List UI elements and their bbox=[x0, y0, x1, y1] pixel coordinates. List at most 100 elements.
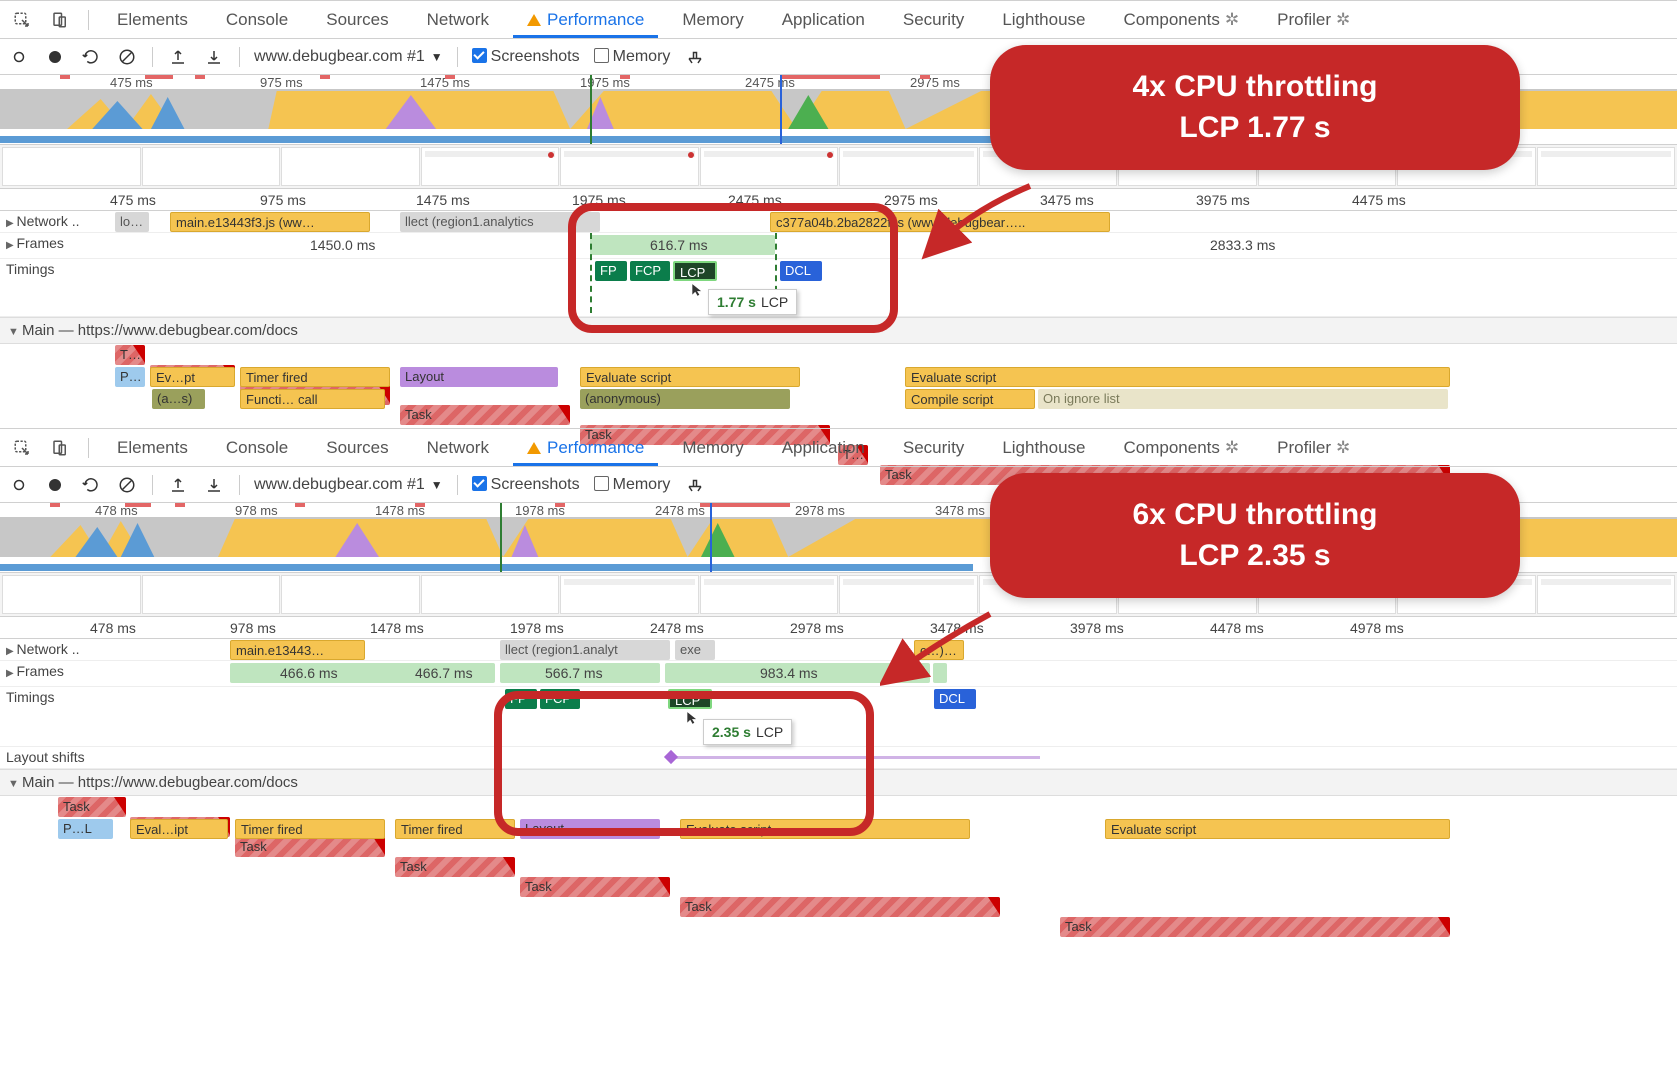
screenshot-thumb[interactable] bbox=[700, 575, 839, 614]
upload-icon[interactable] bbox=[167, 474, 189, 496]
stack-bar[interactable]: Ev…pt bbox=[150, 367, 235, 387]
network-bar[interactable]: lo… bbox=[115, 212, 149, 232]
stack-bar[interactable]: Evaluate script bbox=[680, 819, 970, 839]
task-bar[interactable]: Task bbox=[58, 797, 126, 817]
stack-bar[interactable]: P…L bbox=[58, 819, 113, 839]
upload-icon[interactable] bbox=[167, 46, 189, 68]
tab-application[interactable]: Application bbox=[768, 2, 879, 38]
main-thread-header[interactable]: Main — https://www.debugbear.com/docs bbox=[0, 317, 1677, 344]
task-bar[interactable]: Task bbox=[1060, 917, 1450, 937]
memory-toggle[interactable]: Memory bbox=[594, 476, 671, 494]
screenshot-thumb[interactable] bbox=[2, 575, 141, 614]
tab-network[interactable]: Network bbox=[413, 430, 503, 466]
screenshot-thumb[interactable] bbox=[142, 147, 281, 186]
stack-bar[interactable]: Layout bbox=[400, 367, 558, 387]
task-bar[interactable]: Task bbox=[520, 877, 670, 897]
tab-components[interactable]: Components bbox=[1110, 430, 1254, 466]
network-track[interactable]: Network .. main.e13443… llect (region1.a… bbox=[0, 639, 1677, 661]
stack-bar[interactable]: Evaluate script bbox=[905, 367, 1450, 387]
stack-bar[interactable]: Layout bbox=[520, 819, 660, 839]
timing-dcl-badge[interactable]: DCL bbox=[934, 689, 976, 709]
stack-bar[interactable]: (anonymous) bbox=[580, 389, 790, 409]
tab-elements[interactable]: Elements bbox=[103, 430, 202, 466]
network-bar[interactable]: llect (region1.analytics bbox=[400, 212, 600, 232]
timing-fp-badge[interactable]: FP bbox=[505, 689, 537, 709]
timeline-ruler[interactable]: 478 ms 978 ms 1478 ms 1978 ms 2478 ms 29… bbox=[0, 617, 1677, 639]
track-label-network[interactable]: Network .. bbox=[0, 211, 110, 232]
tab-profiler[interactable]: Profiler bbox=[1263, 2, 1364, 38]
timing-dcl-badge[interactable]: DCL bbox=[780, 261, 822, 281]
stack-bar[interactable]: Timer fired bbox=[395, 819, 515, 839]
tab-memory[interactable]: Memory bbox=[668, 430, 757, 466]
reload-icon[interactable] bbox=[80, 46, 102, 68]
stack-bar[interactable]: On ignore list bbox=[1038, 389, 1448, 409]
reload-icon[interactable] bbox=[80, 474, 102, 496]
download-icon[interactable] bbox=[203, 474, 225, 496]
screenshot-thumb[interactable] bbox=[560, 147, 699, 186]
clear-icon[interactable] bbox=[116, 46, 138, 68]
screenshot-thumb[interactable] bbox=[700, 147, 839, 186]
record-solid-icon[interactable] bbox=[44, 474, 66, 496]
network-track[interactable]: Network .. lo… main.e13443f3.js (ww… lle… bbox=[0, 211, 1677, 233]
inspect-icon[interactable] bbox=[8, 1, 36, 39]
tab-network[interactable]: Network bbox=[413, 2, 503, 38]
layout-shift-diamond-icon[interactable] bbox=[664, 750, 678, 764]
device-icon[interactable] bbox=[46, 1, 74, 39]
stack-bar[interactable]: Evaluate script bbox=[580, 367, 800, 387]
screenshot-thumb[interactable] bbox=[421, 147, 560, 186]
main-thread-header[interactable]: Main — https://www.debugbear.com/docs bbox=[0, 769, 1677, 796]
timing-fcp-badge[interactable]: FCP bbox=[540, 689, 580, 709]
tab-console[interactable]: Console bbox=[212, 430, 302, 466]
memory-toggle[interactable]: Memory bbox=[594, 48, 671, 66]
stack-bar[interactable]: Eval…ipt bbox=[130, 819, 228, 839]
profile-selector[interactable]: www.debugbear.com #1 ▼ bbox=[254, 48, 443, 66]
stack-bar[interactable]: Timer fired bbox=[235, 819, 385, 839]
record-icon[interactable] bbox=[8, 474, 30, 496]
task-bar[interactable]: Task bbox=[680, 897, 1000, 917]
track-label-frames[interactable]: Frames bbox=[0, 233, 110, 258]
screenshots-toggle[interactable]: Screenshots bbox=[472, 476, 580, 494]
timings-track[interactable]: Timings FP FCP LCP DCL 1.77 sLCP bbox=[0, 259, 1677, 317]
download-icon[interactable] bbox=[203, 46, 225, 68]
stack-bar[interactable]: (a…s) bbox=[152, 389, 205, 409]
screenshot-thumb[interactable] bbox=[560, 575, 699, 614]
screenshot-thumb[interactable] bbox=[1537, 147, 1676, 186]
gc-icon[interactable] bbox=[684, 474, 706, 496]
tab-profiler[interactable]: Profiler bbox=[1263, 430, 1364, 466]
profile-selector[interactable]: www.debugbear.com #1 ▼ bbox=[254, 476, 443, 494]
screenshot-thumb[interactable] bbox=[281, 147, 420, 186]
tab-sources[interactable]: Sources bbox=[312, 430, 402, 466]
track-label-frames[interactable]: Frames bbox=[0, 661, 110, 686]
stack-bar[interactable]: Functi… call bbox=[240, 389, 385, 409]
tab-lighthouse[interactable]: Lighthouse bbox=[988, 430, 1099, 466]
screenshot-thumb[interactable] bbox=[142, 575, 281, 614]
stack-bar[interactable]: Evaluate script bbox=[1105, 819, 1450, 839]
stack-bar[interactable]: Timer fired bbox=[240, 367, 390, 387]
clear-icon[interactable] bbox=[116, 474, 138, 496]
inspect-icon[interactable] bbox=[8, 429, 36, 467]
tab-components[interactable]: Components bbox=[1110, 2, 1254, 38]
screenshot-thumb[interactable] bbox=[1537, 575, 1676, 614]
record-icon[interactable] bbox=[8, 46, 30, 68]
tab-application[interactable]: Application bbox=[768, 430, 879, 466]
device-icon[interactable] bbox=[46, 429, 74, 467]
screenshot-thumb[interactable] bbox=[2, 147, 141, 186]
frames-track[interactable]: Frames 1450.0 ms 616.7 ms 2833.3 ms bbox=[0, 233, 1677, 259]
network-bar[interactable]: llect (region1.analyt bbox=[500, 640, 670, 660]
network-bar[interactable]: exe bbox=[675, 640, 715, 660]
tab-sources[interactable]: Sources bbox=[312, 2, 402, 38]
record-solid-icon[interactable] bbox=[44, 46, 66, 68]
layout-shifts-track[interactable]: Layout shifts bbox=[0, 747, 1677, 769]
tab-elements[interactable]: Elements bbox=[103, 2, 202, 38]
task-bar[interactable]: Task bbox=[235, 837, 385, 857]
task-bar[interactable]: T… bbox=[115, 345, 145, 365]
tab-security[interactable]: Security bbox=[889, 430, 978, 466]
tab-security[interactable]: Security bbox=[889, 2, 978, 38]
gc-icon[interactable] bbox=[684, 46, 706, 68]
timings-track[interactable]: Timings FP FCP LCP DCL 2.35 sLCP bbox=[0, 687, 1677, 747]
tab-memory[interactable]: Memory bbox=[668, 2, 757, 38]
timing-fcp-badge[interactable]: FCP bbox=[630, 261, 670, 281]
stack-bar[interactable]: Compile script bbox=[905, 389, 1035, 409]
tab-lighthouse[interactable]: Lighthouse bbox=[988, 2, 1099, 38]
track-label-network[interactable]: Network .. bbox=[0, 639, 110, 660]
